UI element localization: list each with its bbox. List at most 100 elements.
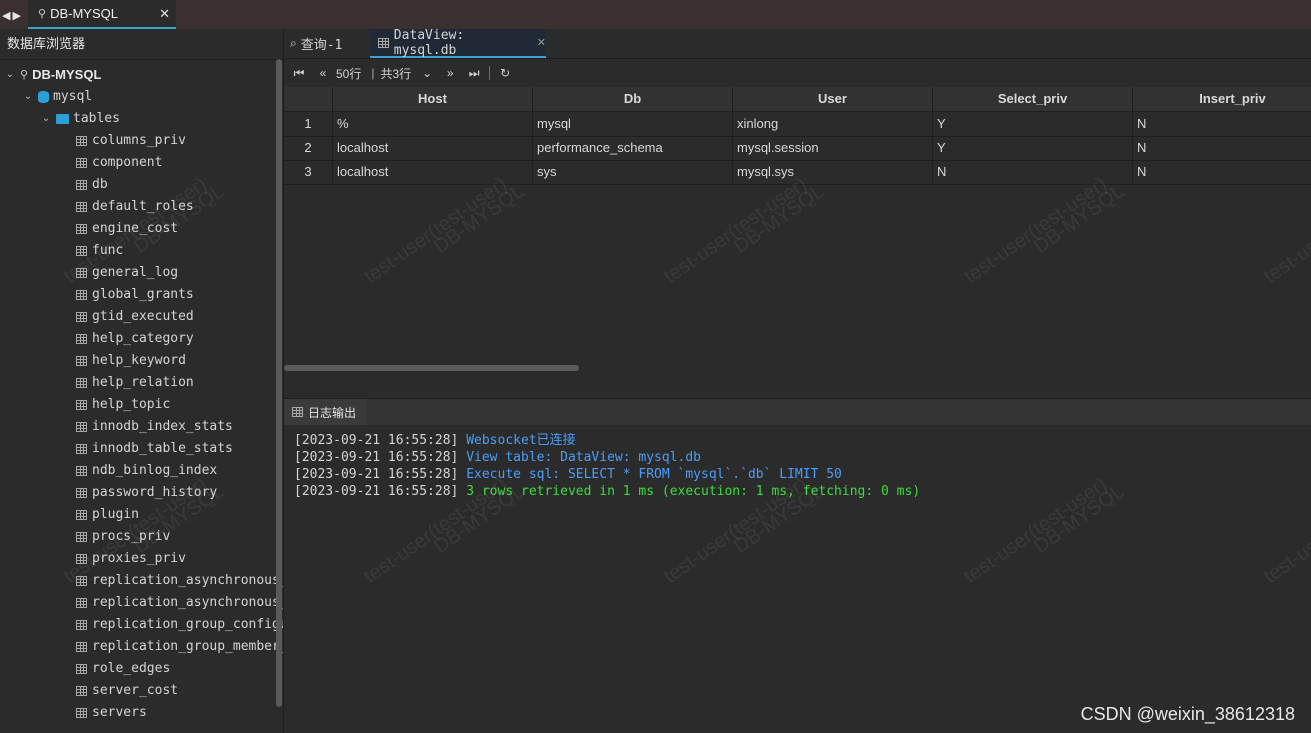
table-cell[interactable]: mysql.session xyxy=(733,136,933,160)
tree-database[interactable]: ⌄ mysql xyxy=(22,86,92,108)
table-list-item[interactable]: db xyxy=(76,174,108,196)
table-icon xyxy=(76,708,87,718)
total-rows: 共3行 xyxy=(380,66,412,81)
table-cell[interactable]: localhost xyxy=(333,160,533,184)
table-list-item[interactable]: replication_asynchronous_c xyxy=(76,592,283,614)
table-list-item[interactable]: component xyxy=(76,152,162,174)
window-tab[interactable]: ⚲ DB-MYSQL ✕ xyxy=(28,0,176,29)
next-page-icon[interactable]: » xyxy=(443,66,457,80)
tab-query-label: 查询-1 xyxy=(300,38,343,53)
column-header[interactable]: Host xyxy=(333,87,533,111)
table-list-item[interactable]: plugin xyxy=(76,504,139,526)
table-icon xyxy=(76,532,87,542)
table-name: innodb_table_stats xyxy=(92,441,233,456)
page-size[interactable]: 50行 xyxy=(336,65,361,82)
table-icon xyxy=(76,224,87,234)
table-cell[interactable]: N xyxy=(1133,136,1311,160)
window-nav-arrows[interactable]: ◀ ▶ xyxy=(2,6,26,24)
table-list-item[interactable]: replication_group_configur xyxy=(76,614,283,636)
table-name: gtid_executed xyxy=(92,309,194,324)
table-cell[interactable]: Y xyxy=(933,112,1133,136)
table-list-item[interactable]: proxies_priv xyxy=(76,548,186,570)
table-list-item[interactable]: innodb_index_stats xyxy=(76,416,233,438)
table-list-item[interactable]: help_category xyxy=(76,328,194,350)
table-list-item[interactable]: gtid_executed xyxy=(76,306,194,328)
table-icon xyxy=(76,510,87,520)
table-cell[interactable]: performance_schema xyxy=(533,136,733,160)
table-row[interactable]: 3 localhost sys mysql.sys N N xyxy=(284,160,1311,185)
table-list-item[interactable]: role_edges xyxy=(76,658,170,680)
tab-query[interactable]: ⌕ 查询-1 xyxy=(290,29,370,58)
table-list-item[interactable]: help_relation xyxy=(76,372,194,394)
table-icon xyxy=(76,312,87,322)
table-name: password_history xyxy=(92,485,218,500)
table-row[interactable]: 2 localhost performance_schema mysql.sessio… xyxy=(284,136,1311,161)
column-header[interactable]: Db xyxy=(533,87,733,111)
table-icon xyxy=(76,246,87,256)
last-page-icon[interactable]: ⏭ xyxy=(467,66,481,81)
table-icon xyxy=(76,268,87,278)
refresh-icon[interactable]: ↻ xyxy=(498,66,512,80)
chevron-down-icon[interactable]: ⌄ xyxy=(4,64,16,86)
table-list-item[interactable]: ndb_binlog_index xyxy=(76,460,217,482)
column-header[interactable]: Insert_priv xyxy=(1133,87,1311,111)
arrow-right-icon[interactable]: ▶ xyxy=(12,9,20,22)
first-page-icon[interactable]: ⏮ xyxy=(292,66,306,81)
table-list-item[interactable]: procs_priv xyxy=(76,526,170,548)
table-list-item[interactable]: server_cost xyxy=(76,680,178,702)
tree-connection[interactable]: ⌄ ⚲ DB-MYSQL xyxy=(4,64,102,86)
table-list-item[interactable]: help_keyword xyxy=(76,350,186,372)
table-cell[interactable]: sys xyxy=(533,160,733,184)
table-cell[interactable]: xinlong xyxy=(733,112,933,136)
table-cell[interactable]: localhost xyxy=(333,136,533,160)
table-list-item[interactable]: columns_priv xyxy=(76,130,186,152)
tab-dataview[interactable]: DataView: mysql.db ✕ xyxy=(370,28,546,58)
table-cell[interactable]: N xyxy=(1133,112,1311,136)
table-cell[interactable]: mysql.sys xyxy=(733,160,933,184)
table-cell[interactable]: % xyxy=(333,112,533,136)
table-list-item[interactable]: general_log xyxy=(76,262,178,284)
table-list-item[interactable]: replication_group_member_c xyxy=(76,636,283,658)
prev-page-icon[interactable]: « xyxy=(316,66,330,80)
table-cell[interactable]: N xyxy=(1133,160,1311,184)
table-list-item[interactable]: replication_asynchronous_c xyxy=(76,570,283,592)
table-icon xyxy=(76,488,87,498)
arrow-left-icon[interactable]: ◀ xyxy=(2,9,10,22)
log-message: 3 rows retrieved in 1 ms (execution: 1 m… xyxy=(466,484,921,499)
table-icon xyxy=(76,444,87,454)
chevron-down-icon[interactable]: ⌄ xyxy=(421,66,433,80)
table-cell[interactable]: N xyxy=(933,160,1133,184)
log-line: [2023-09-21 16:55:28] View table: DataVi… xyxy=(294,449,701,466)
table-list-item[interactable]: default_roles xyxy=(76,196,194,218)
column-header[interactable]: User xyxy=(733,87,933,111)
tab-log-output[interactable]: 日志输出 xyxy=(284,399,367,425)
table-row[interactable]: 1% mysql xinlong Y N xyxy=(284,112,1311,137)
table-cell[interactable]: mysql xyxy=(533,112,733,136)
grid-horizontal-scrollbar[interactable] xyxy=(284,365,579,371)
table-list-item[interactable]: engine_cost xyxy=(76,218,178,240)
table-name: help_category xyxy=(92,331,194,346)
table-list-item[interactable]: innodb_table_stats xyxy=(76,438,233,460)
window-tab-title: DB-MYSQL xyxy=(50,6,118,21)
chevron-down-icon[interactable]: ⌄ xyxy=(40,108,52,130)
table-name: proxies_priv xyxy=(92,551,186,566)
column-header[interactable]: Select_priv xyxy=(933,87,1133,111)
table-icon xyxy=(76,290,87,300)
table-icon xyxy=(76,598,87,608)
table-name: db xyxy=(92,177,108,192)
chevron-down-icon[interactable]: ⌄ xyxy=(22,86,34,108)
table-list-item[interactable]: func xyxy=(76,240,123,262)
sidebar-scrollbar[interactable] xyxy=(276,59,282,707)
log-timestamp: [2023-09-21 16:55:28] xyxy=(294,484,459,499)
table-list-item[interactable]: password_history xyxy=(76,482,217,504)
table-list-item[interactable]: global_grants xyxy=(76,284,194,306)
table-cell[interactable]: Y xyxy=(933,136,1133,160)
table-list-item[interactable]: help_topic xyxy=(76,394,170,416)
row-number-header xyxy=(284,87,333,111)
close-icon[interactable]: ✕ xyxy=(537,36,546,49)
tree-folder[interactable]: ⌄ tables xyxy=(40,108,120,130)
close-icon[interactable]: ✕ xyxy=(159,6,170,22)
table-list-item[interactable]: servers xyxy=(76,702,147,724)
table-name: innodb_index_stats xyxy=(92,419,233,434)
table-name: general_log xyxy=(92,265,179,280)
